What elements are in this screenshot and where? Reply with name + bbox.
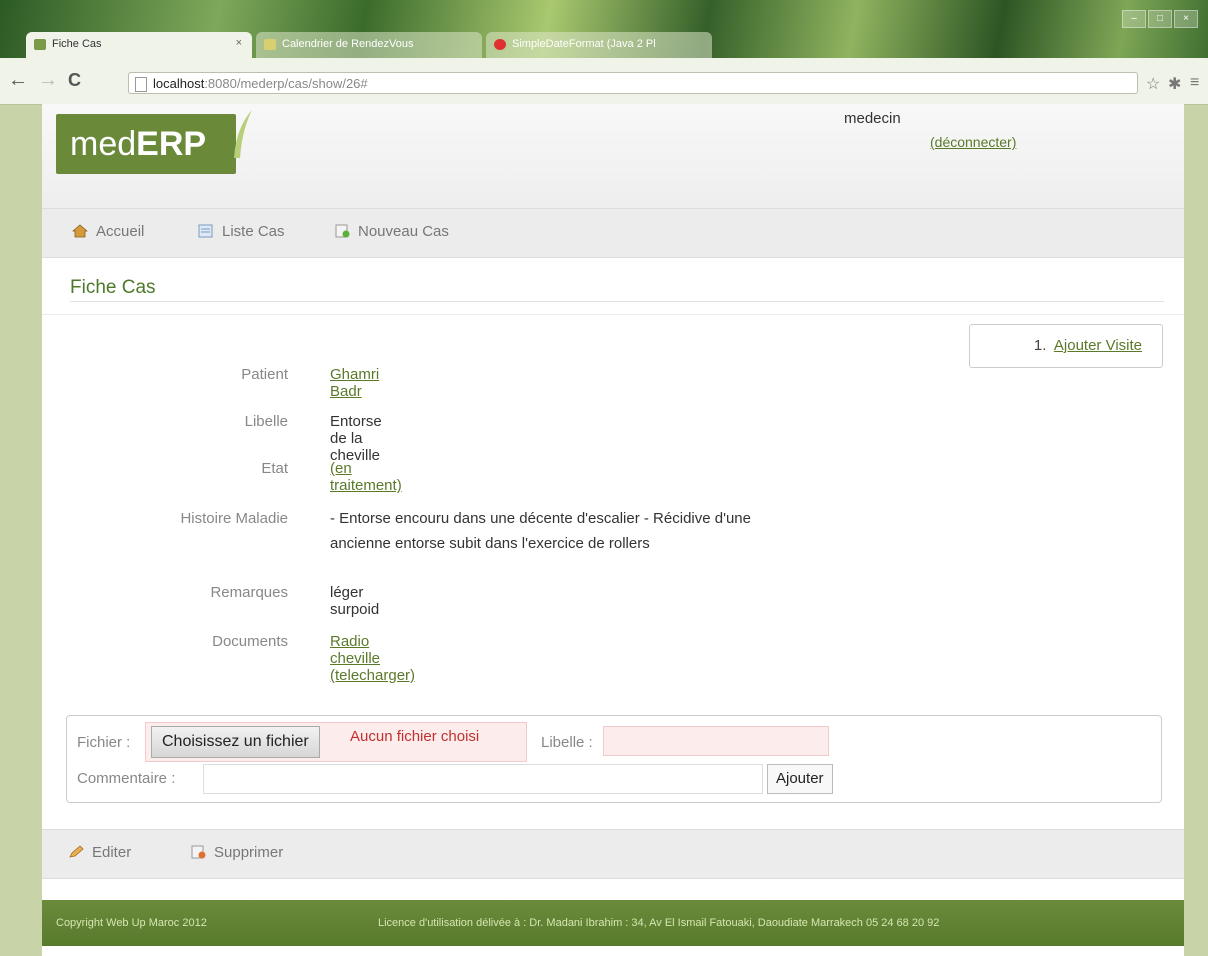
action-label: Supprimer [214,844,284,861]
tab-title: SimpleDateFormat (Java 2 Pl [512,38,656,50]
divider [42,314,1184,315]
add-visit-link[interactable]: Ajouter Visite [1054,337,1142,354]
app-header: medERP medecin (déconnecter) [42,104,1184,209]
patient-link[interactable]: Ghamri Badr [330,366,379,400]
tab-title: Calendrier de RendezVous [282,38,414,50]
tab-favicon-icon [34,39,46,50]
username: medecin [844,110,901,127]
tab-title: Fiche Cas [52,38,102,50]
field-label: Patient [241,366,288,383]
window-controls: – □ × [1122,10,1198,28]
main-menu: Accueil Liste Cas Nouveau Cas [42,208,1184,258]
file-label: Fichier : [77,734,131,751]
field-label: Remarques [210,584,288,601]
page: medERP medecin (déconnecter) Accueil Lis… [42,104,1184,956]
download-link[interactable]: (telecharger) [330,667,415,684]
logo-text-light: med [70,125,137,163]
delete-button[interactable]: Supprimer [190,844,283,861]
comment-label: Commentaire : [77,770,176,787]
menu-item-label: Nouveau Cas [358,223,449,240]
action-bar: Editer Supprimer [42,829,1184,879]
home-icon [71,224,89,238]
new-document-icon [334,224,350,238]
menu-item-label: Liste Cas [222,223,285,240]
choose-file-button[interactable]: Choisissez un fichier [151,726,320,758]
tab-simpledateformat[interactable]: SimpleDateFormat (Java 2 Pl [486,32,712,58]
visit-number: 1. [1033,337,1047,354]
close-window-icon[interactable]: × [1174,10,1198,28]
libelle-input-label: Libelle : [541,734,593,751]
upload-form: Fichier : Choisissez un fichier Aucun fi… [66,715,1162,803]
list-icon [198,224,214,238]
extension-icon[interactable]: ✱ [1168,74,1181,94]
field-label: Etat [261,460,288,477]
logo-text-bold: ERP [136,125,207,163]
menu-item-liste-cas[interactable]: Liste Cas [198,223,285,240]
tab-calendrier[interactable]: Calendrier de RendezVous [256,32,482,58]
menu-icon[interactable]: ≡ [1190,74,1199,92]
edit-button[interactable]: Editer [68,844,131,861]
copyright-text: Copyright Web Up Maroc 2012 [56,917,207,929]
delete-icon [190,845,206,859]
url-path: :8080/mederp/cas/show/26# [204,76,368,91]
page-title: Fiche Cas [70,277,156,298]
libelle-input[interactable] [603,726,829,756]
comment-input[interactable] [203,764,763,794]
add-button[interactable]: Ajouter [767,764,833,794]
field-label: Histoire Maladie [180,510,288,527]
divider [70,301,1164,302]
field-value: léger surpoid [330,584,380,618]
status-link[interactable]: (en traitement) [330,460,402,494]
maximize-icon[interactable]: □ [1148,10,1172,28]
url-host: localhost [153,76,205,91]
logo[interactable]: medERP [56,114,236,174]
histoire-line: ancienne entorse subit dans l'exercice d… [330,535,650,552]
field-value: Entorse de la cheville [330,413,382,464]
menu-item-accueil[interactable]: Accueil [71,223,145,240]
footer: Copyright Web Up Maroc 2012 Licence d'ut… [42,900,1184,946]
tab-close-icon[interactable]: × [236,37,242,49]
menu-item-label: Accueil [96,223,145,240]
logout-link[interactable]: (déconnecter) [930,134,1016,150]
visit-list-box: 1. Ajouter Visite [969,324,1163,368]
action-label: Editer [92,844,132,861]
no-file-text: Aucun fichier choisi [350,728,480,745]
menu-item-nouveau-cas[interactable]: Nouveau Cas [334,223,449,240]
tab-favicon-icon [494,39,506,50]
histoire-line: - Entorse encouru dans une décente d'esc… [330,510,751,527]
tab-favicon-icon [264,39,276,50]
field-value: Radio cheville (telecharger) [330,633,415,684]
forward-icon[interactable]: → [38,70,58,90]
leaf-icon [234,110,252,158]
reload-icon[interactable]: C [68,70,81,90]
field-label: Documents [212,633,288,650]
minimize-icon[interactable]: – [1122,10,1146,28]
page-icon [135,77,147,92]
tab-fiche-cas[interactable]: Fiche Cas × [26,32,252,58]
bookmark-star-icon[interactable]: ☆ [1146,74,1160,94]
license-text: Licence d'utilisation délivée à : Dr. Ma… [378,917,940,929]
edit-icon [68,845,84,859]
address-bar[interactable]: localhost:8080/mederp/cas/show/26# [128,72,1138,94]
field-label: Libelle [244,413,288,430]
field-value: - Entorse encouru dans une décente d'esc… [330,510,890,552]
back-icon[interactable]: ← [8,70,28,90]
document-link[interactable]: Radio cheville [330,633,380,667]
